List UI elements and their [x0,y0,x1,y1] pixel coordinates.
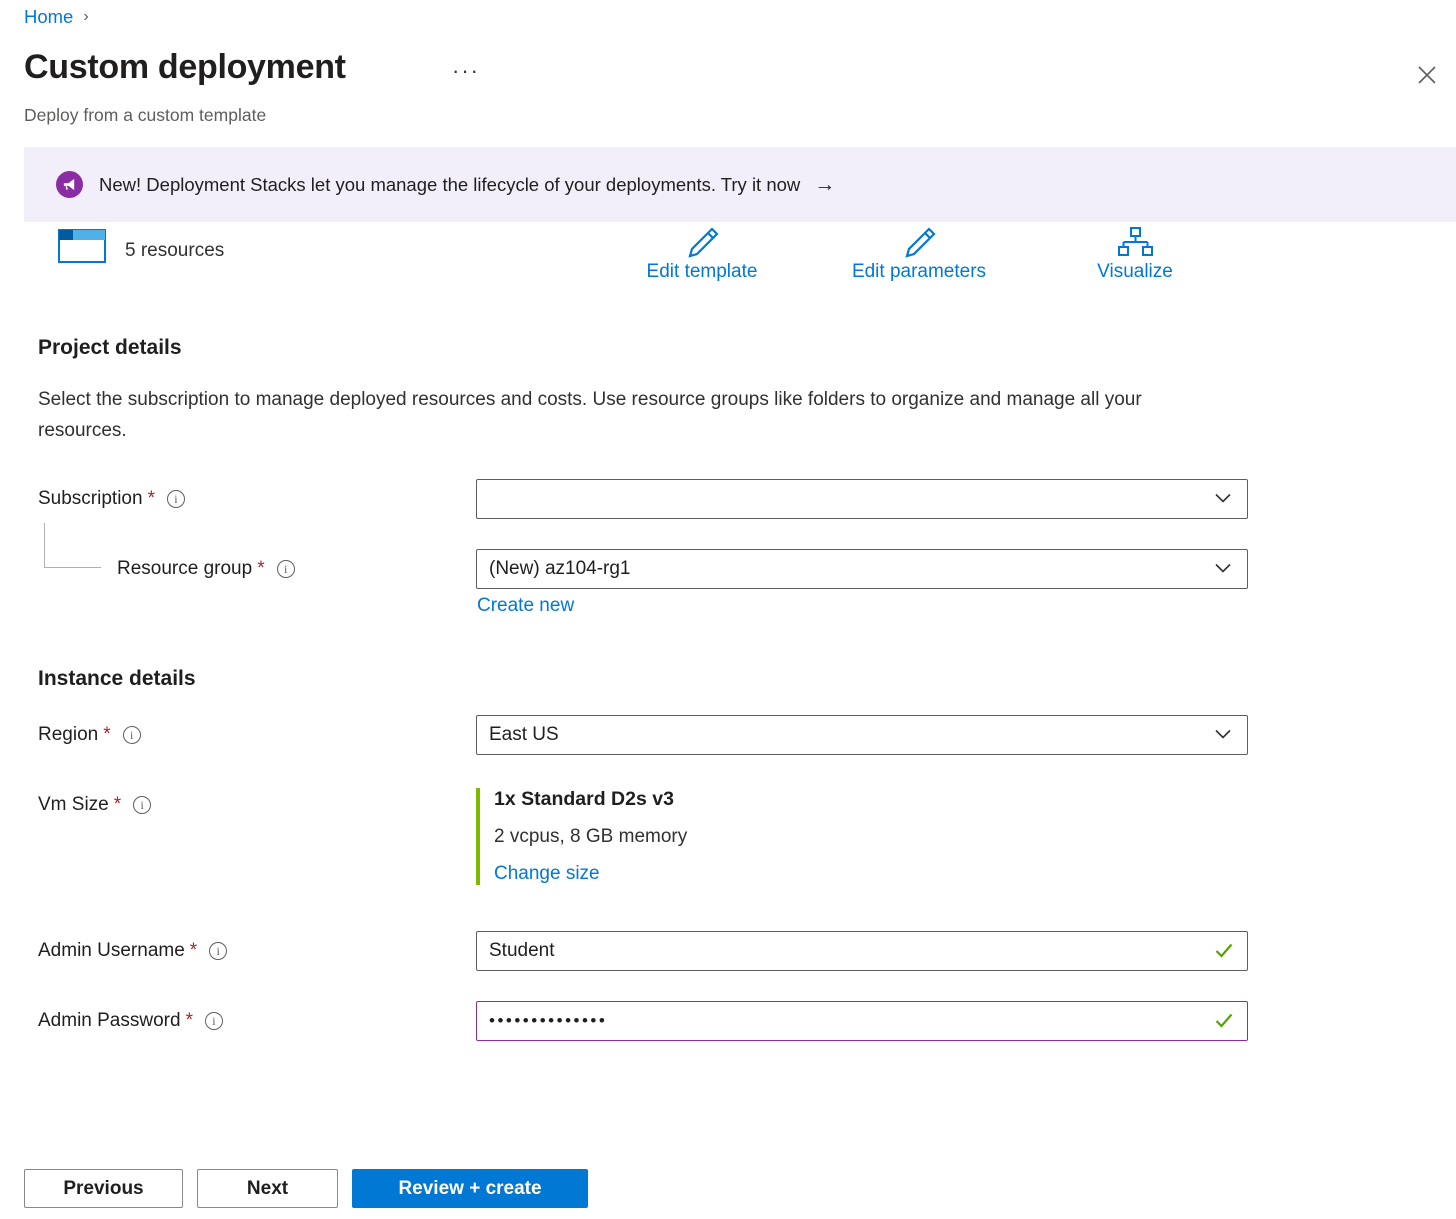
create-new-link[interactable]: Create new [477,595,574,617]
resources-count: 5 resources [125,240,224,262]
resource-group-label: Resource group [117,558,252,580]
resource-group-label-row: Resource group * [117,558,295,580]
required-marker: * [148,488,155,510]
checkmark-icon [1215,1013,1233,1028]
required-marker: * [257,558,264,580]
region-label: Region [38,724,98,746]
resource-group-value: (New) az104-rg1 [489,558,631,580]
required-marker: * [190,940,197,962]
edit-parameters-label: Edit parameters [852,261,986,283]
banner-message: New! Deployment Stacks let you manage th… [99,174,800,196]
vm-size-specs: 2 vcpus, 8 GB memory [494,826,687,848]
vm-size-label: Vm Size [38,794,109,816]
resource-group-connector [44,523,101,568]
project-details-heading: Project details [38,336,182,360]
close-button[interactable] [1412,60,1442,90]
arrow-right-icon[interactable]: → [814,173,835,197]
visualize-label: Visualize [1097,261,1173,283]
admin-username-value: Student [489,940,555,962]
previous-button[interactable]: Previous [24,1169,183,1208]
subscription-label-row: Subscription * [38,488,185,510]
vm-size-label-row: Vm Size * [38,794,151,816]
admin-username-label-row: Admin Username * [38,940,227,962]
required-marker: * [186,1010,193,1032]
chevron-down-icon [1215,493,1231,503]
breadcrumb-chevron-icon: › [83,8,88,26]
next-button[interactable]: Next [197,1169,338,1208]
info-icon[interactable] [277,560,295,578]
template-icon [58,229,106,270]
vm-size-title: 1x Standard D2s v3 [494,788,687,811]
chevron-down-icon [1215,563,1231,573]
admin-username-input[interactable]: Student [476,931,1248,971]
admin-password-value: •••••••••••••• [489,1011,607,1031]
region-value: East US [489,724,559,746]
more-options-icon[interactable]: ··· [452,58,480,84]
page-subtitle: Deploy from a custom template [24,105,266,126]
info-icon[interactable] [205,1012,223,1030]
pencil-icon [901,226,937,258]
info-icon[interactable] [133,796,151,814]
breadcrumb-home-link[interactable]: Home [24,6,73,28]
region-label-row: Region * [38,724,141,746]
close-icon [1417,65,1437,85]
required-marker: * [114,794,121,816]
subscription-dropdown[interactable] [476,479,1248,519]
admin-password-input[interactable]: •••••••••••••• [476,1001,1248,1041]
checkmark-icon [1215,943,1233,958]
info-icon[interactable] [209,942,227,960]
vm-size-summary: 1x Standard D2s v3 2 vcpus, 8 GB memory … [476,788,687,885]
instance-details-heading: Instance details [38,667,196,691]
admin-password-label: Admin Password [38,1010,181,1032]
edit-template-button[interactable]: Edit template [612,226,792,283]
review-create-button[interactable]: Review + create [352,1169,588,1208]
visualize-button[interactable]: Visualize [1045,226,1225,283]
info-icon[interactable] [123,726,141,744]
custom-deployment-page: Home › Custom deployment ··· Deploy from… [0,0,1456,1219]
info-icon[interactable] [167,490,185,508]
pencil-icon [684,226,720,258]
chevron-down-icon [1215,729,1231,739]
deployment-stacks-banner: New! Deployment Stacks let you manage th… [24,147,1456,222]
breadcrumb: Home › [24,6,89,28]
page-title: Custom deployment [24,48,346,87]
edit-parameters-button[interactable]: Edit parameters [829,226,1009,283]
subscription-label: Subscription [38,488,143,510]
flowchart-icon [1117,226,1153,258]
resource-group-dropdown[interactable]: (New) az104-rg1 [476,549,1248,589]
change-size-link[interactable]: Change size [494,863,600,885]
edit-template-label: Edit template [647,261,758,283]
admin-username-label: Admin Username [38,940,185,962]
region-dropdown[interactable]: East US [476,715,1248,755]
megaphone-icon [56,171,83,198]
admin-password-label-row: Admin Password * [38,1010,223,1032]
required-marker: * [103,724,110,746]
project-details-description: Select the subscription to manage deploy… [38,384,1198,446]
